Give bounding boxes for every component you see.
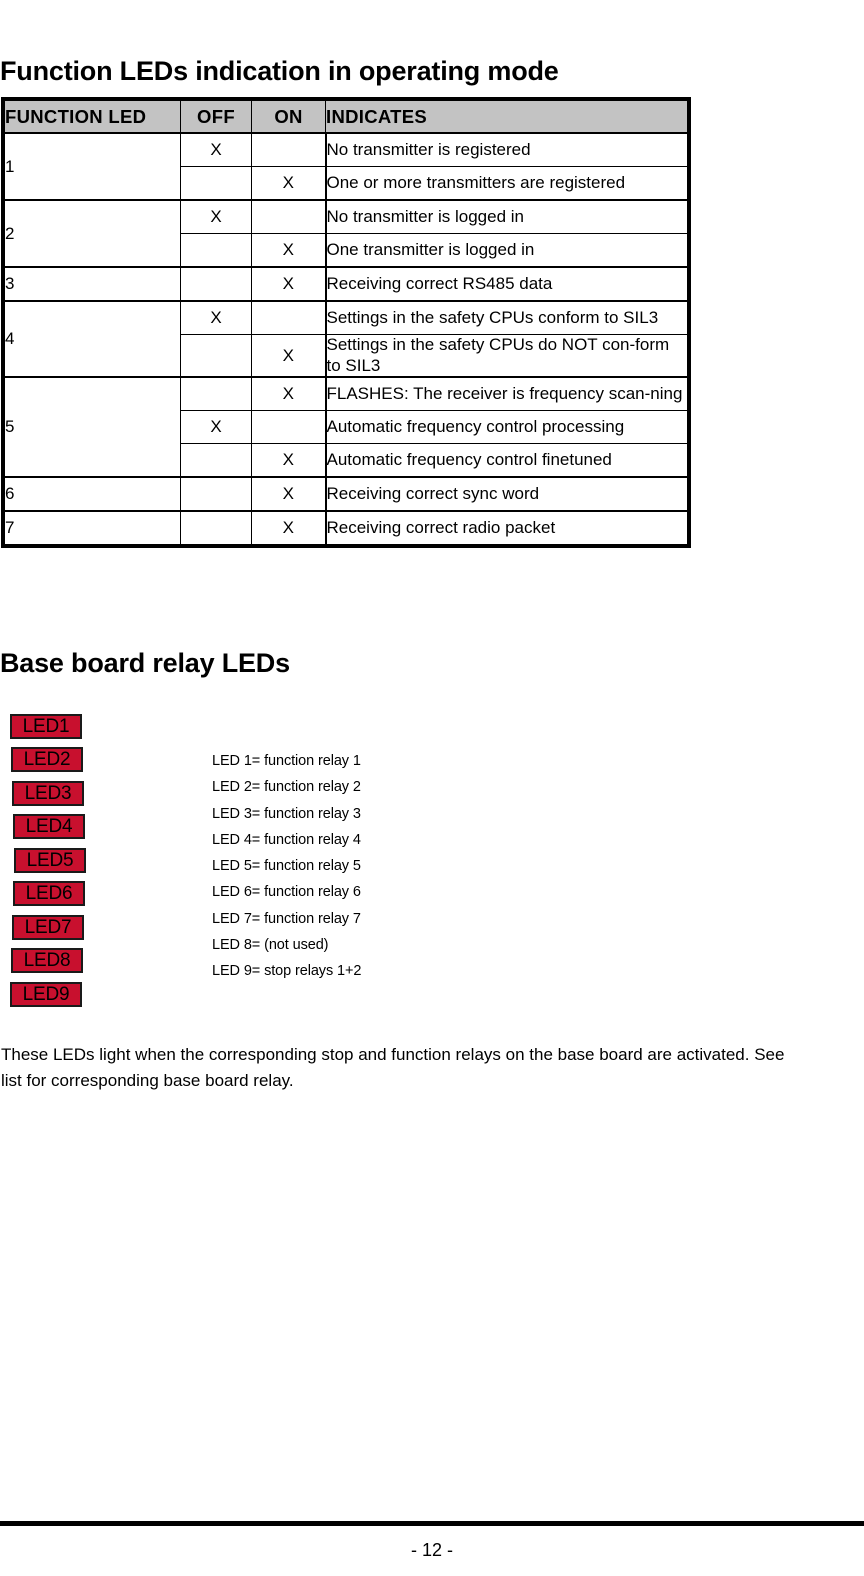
cell-off-mark: X <box>180 199 252 234</box>
paragraph-line-2: list for corresponding base board relay. <box>1 1071 294 1090</box>
body-paragraph: These LEDs light when the corresponding … <box>1 1042 859 1094</box>
column-header-off: OFF <box>180 100 252 134</box>
led-indicator-1: LED1 <box>10 714 82 739</box>
table-row: 7 X Receiving correct radio packet <box>4 510 688 546</box>
cell-off-mark <box>180 510 252 546</box>
cell-on-mark: X <box>251 334 327 378</box>
cell-on-mark <box>251 199 327 234</box>
cell-on-mark <box>251 132 327 167</box>
function-leds-table: FUNCTION LED OFF ON INDICATES 1 X No tra… <box>4 100 688 546</box>
cell-on-mark: X <box>251 376 327 412</box>
table-row: 5 X FLASHES: The receiver is frequency s… <box>4 376 688 478</box>
column-header-on: ON <box>251 100 326 134</box>
cell-indicates: Receiving correct RS485 data <box>325 266 688 302</box>
cell-indicates: No transmitter is logged in <box>325 199 688 234</box>
table-body: 1 X No transmitter is registered X One o… <box>4 132 688 546</box>
cell-off-mark <box>180 266 252 302</box>
section-title-base-board-relay-leds: Base board relay LEDs <box>0 648 290 679</box>
cell-indicates: One transmitter is logged in <box>325 233 688 268</box>
cell-indicates: Settings in the safety CPUs do NOT con-f… <box>325 334 688 378</box>
legend-item-led1: LED 1= function relay 1 <box>212 753 361 769</box>
cell-off-mark: X <box>180 132 252 167</box>
cell-indicates: FLASHES: The receiver is frequency scan-… <box>325 376 688 412</box>
column-header-indicates: INDICATES <box>325 100 688 134</box>
led-legend-list: LED 1= function relay 1 LED 2= function … <box>212 748 472 985</box>
cell-off-mark <box>180 166 252 201</box>
led-indicator-6: LED6 <box>13 881 85 906</box>
cell-off-mark <box>180 334 252 378</box>
cell-indicates: Settings in the safety CPUs conform to S… <box>325 300 688 335</box>
cell-on-mark: X <box>251 476 327 512</box>
cell-on-mark: X <box>251 166 327 201</box>
cell-led-number: 2 <box>4 199 181 268</box>
footer-divider <box>0 1521 864 1526</box>
cell-indicates: One or more transmitters are registered <box>325 166 688 201</box>
legend-item-led5: LED 5= function relay 5 <box>212 858 361 875</box>
led-indicator-7: LED7 <box>12 915 84 940</box>
table-row: 3 X Receiving correct RS485 data <box>4 266 688 302</box>
cell-off-mark <box>180 376 252 412</box>
table-row: 6 X Receiving correct sync word <box>4 476 688 512</box>
cell-led-number: 3 <box>4 266 181 302</box>
page-title-function-leds: Function LEDs indication in operating mo… <box>0 56 559 87</box>
paragraph-line-1: These LEDs light when the corresponding … <box>1 1045 785 1064</box>
cell-indicates: Automatic frequency control processing <box>325 410 688 445</box>
cell-led-number: 5 <box>4 376 181 478</box>
table-row: 2 X No transmitter is logged in <box>4 199 688 268</box>
cell-led-number: 1 <box>4 132 181 201</box>
led-indicator-3: LED3 <box>12 781 84 806</box>
cell-on-mark: X <box>251 266 327 302</box>
cell-led-number: 4 <box>4 299 181 378</box>
legend-item-led8: LED 8= (not used) <box>212 937 329 954</box>
led-indicator-2: LED2 <box>11 747 83 772</box>
cell-on-mark <box>251 410 327 445</box>
legend-item-led3: LED 3= function relay 3 <box>212 805 361 822</box>
cell-off-mark <box>180 476 252 512</box>
cell-off-mark: X <box>180 410 252 445</box>
cell-on-mark: X <box>251 443 327 478</box>
cell-off-mark: X <box>180 300 252 335</box>
legend-item-led9: LED 9= stop relays 1+2 <box>212 963 362 980</box>
function-leds-table-container: FUNCTION LED OFF ON INDICATES 1 X No tra… <box>1 97 691 549</box>
cell-indicates: No transmitter is registered <box>325 132 688 167</box>
led-indicator-5: LED5 <box>14 848 86 873</box>
table-row: 1 X No transmitter is registered <box>4 132 688 201</box>
column-header-function-led: FUNCTION LED <box>4 100 181 134</box>
cell-indicates: Receiving correct radio packet <box>325 510 688 546</box>
led-indicator-8: LED8 <box>11 948 83 973</box>
cell-off-mark <box>180 443 252 478</box>
cell-led-number: 6 <box>4 476 181 512</box>
led-indicator-9: LED9 <box>10 982 82 1007</box>
cell-led-number: 7 <box>4 510 181 546</box>
cell-on-mark: X <box>251 233 327 268</box>
cell-indicates: Receiving correct sync word <box>325 476 688 512</box>
table-row: 4 X Settings in the safety CPUs conform … <box>4 299 688 378</box>
legend-item-led7: LED 7= function relay 7 <box>212 910 361 927</box>
cell-indicates: Automatic frequency control finetuned <box>325 443 688 478</box>
document-page: Function LEDs indication in operating mo… <box>0 0 864 1576</box>
table-header-row: FUNCTION LED OFF ON INDICATES <box>4 100 688 134</box>
led-indicator-4: LED4 <box>13 814 85 839</box>
cell-off-mark <box>180 233 252 268</box>
page-number: - 12 - <box>410 1540 453 1560</box>
cell-on-mark: X <box>251 510 327 546</box>
legend-item-led6: LED 6= function relay 6 <box>212 884 361 901</box>
cell-on-mark <box>251 300 327 335</box>
legend-item-led4: LED 4= function relay 4 <box>212 831 361 848</box>
legend-item-led2: LED 2= function relay 2 <box>212 779 361 796</box>
